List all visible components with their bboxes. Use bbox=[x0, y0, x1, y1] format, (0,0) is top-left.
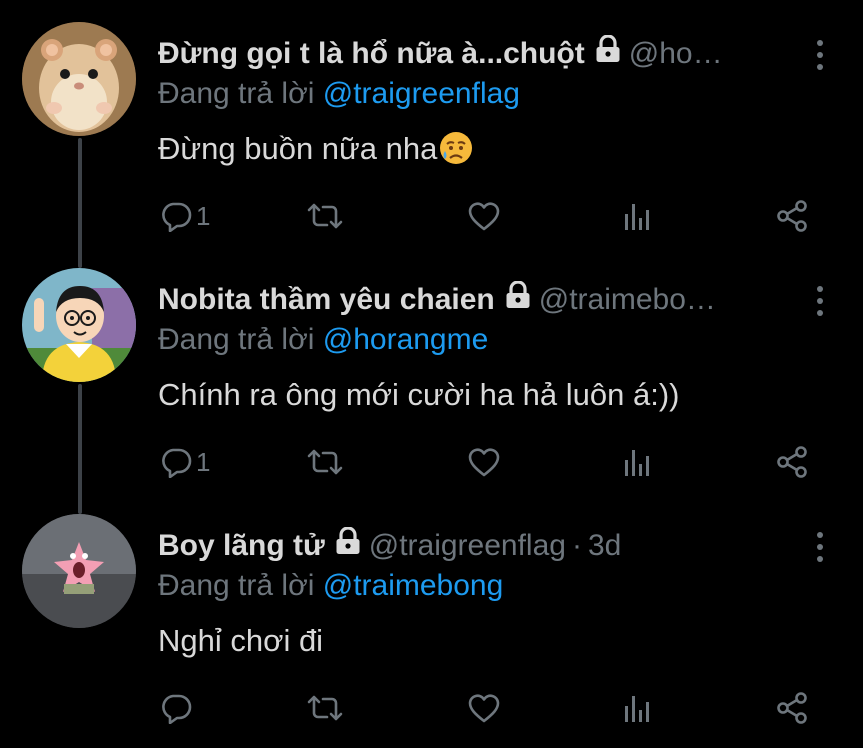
tweet-text-content: Nghỉ chơi đi bbox=[158, 623, 324, 658]
tweet-header: Đừng gọi t là hổ nữa à...chuột @ho… bbox=[158, 34, 801, 74]
replying-to: Đang trả lời @horangme bbox=[158, 320, 488, 360]
reply-button[interactable]: 1 bbox=[160, 442, 210, 482]
tweet[interactable]: Nobita thầm yêu chaien @traimebo… Đang t… bbox=[0, 268, 863, 498]
like-icon bbox=[467, 200, 501, 232]
tweet-header: Boy lãng tử @traigreenflag · 3d bbox=[158, 526, 801, 566]
replying-to-prefix: Đang trả lời bbox=[158, 323, 315, 356]
mention-link[interactable]: @traigreenflag bbox=[323, 77, 520, 110]
share-icon bbox=[775, 691, 809, 725]
analytics-button[interactable] bbox=[622, 688, 652, 728]
analytics-icon bbox=[622, 446, 652, 478]
reply-count: 1 bbox=[196, 200, 211, 231]
retweet-button[interactable] bbox=[305, 688, 345, 728]
retweet-button[interactable] bbox=[305, 442, 345, 482]
reply-icon bbox=[160, 200, 192, 232]
more-icon[interactable] bbox=[815, 40, 825, 70]
lock-icon bbox=[595, 34, 621, 74]
share-button[interactable] bbox=[775, 196, 809, 236]
analytics-icon bbox=[622, 692, 652, 724]
display-name[interactable]: Đừng gọi t là hổ nữa à...chuột bbox=[158, 34, 585, 74]
replying-to-prefix: Đang trả lời bbox=[158, 569, 315, 602]
hamster-avatar[interactable] bbox=[22, 22, 136, 136]
more-icon[interactable] bbox=[815, 286, 825, 316]
reply-button[interactable]: 1 bbox=[160, 196, 210, 236]
sad-relieved-face-icon bbox=[439, 131, 473, 176]
like-icon bbox=[467, 692, 501, 724]
retweet-button[interactable] bbox=[305, 196, 345, 236]
analytics-icon bbox=[622, 200, 652, 232]
tweet-text: Đừng buồn nữa nha bbox=[158, 128, 473, 176]
user-handle[interactable]: @traimebo… bbox=[539, 280, 716, 320]
share-button[interactable] bbox=[775, 442, 809, 482]
reply-icon bbox=[160, 692, 192, 724]
tweet-time[interactable]: 3d bbox=[588, 526, 621, 566]
replying-to-prefix: Đang trả lời bbox=[158, 77, 315, 110]
retweet-icon bbox=[305, 200, 345, 232]
analytics-button[interactable] bbox=[622, 196, 652, 236]
user-handle[interactable]: @ho… bbox=[629, 34, 723, 74]
reply-button[interactable] bbox=[160, 688, 196, 728]
user-handle[interactable]: @traigreenflag bbox=[369, 526, 566, 566]
nobita-avatar[interactable] bbox=[22, 268, 136, 382]
retweet-icon bbox=[305, 446, 345, 478]
tweet-text-content: Đừng buồn nữa nha bbox=[158, 131, 438, 166]
patrick-avatar[interactable] bbox=[22, 514, 136, 628]
mention-link[interactable]: @horangme bbox=[323, 323, 489, 356]
analytics-button[interactable] bbox=[622, 442, 652, 482]
like-button[interactable] bbox=[467, 442, 501, 482]
mention-link[interactable]: @traimebong bbox=[323, 569, 504, 602]
share-icon bbox=[775, 199, 809, 233]
reply-thread: Đừng gọi t là hổ nữa à...chuột @ho… Đang… bbox=[0, 0, 863, 748]
tweet-header: Nobita thầm yêu chaien @traimebo… bbox=[158, 280, 801, 320]
tweet-text-content: Chính ra ông mới cười ha hả luôn á:)) bbox=[158, 377, 680, 412]
tweet[interactable]: Đừng gọi t là hổ nữa à...chuột @ho… Đang… bbox=[0, 22, 863, 252]
tweet-actions bbox=[0, 688, 863, 728]
tweet[interactable]: Boy lãng tử @traigreenflag · 3d Đang trả… bbox=[0, 514, 863, 748]
like-icon bbox=[467, 446, 501, 478]
tweet-actions: 1 bbox=[0, 442, 863, 482]
time-separator: · bbox=[571, 529, 582, 562]
more-icon[interactable] bbox=[815, 532, 825, 562]
tweet-text: Chính ra ông mới cười ha hả luôn á:)) bbox=[158, 374, 680, 416]
display-name[interactable]: Nobita thầm yêu chaien bbox=[158, 280, 495, 320]
replying-to: Đang trả lời @traimebong bbox=[158, 566, 503, 606]
display-name[interactable]: Boy lãng tử bbox=[158, 526, 325, 566]
lock-icon bbox=[505, 280, 531, 320]
replying-to: Đang trả lời @traigreenflag bbox=[158, 74, 520, 114]
tweet-text: Nghỉ chơi đi bbox=[158, 620, 323, 662]
tweet-actions: 1 bbox=[0, 196, 863, 236]
share-button[interactable] bbox=[775, 688, 809, 728]
reply-icon bbox=[160, 446, 192, 478]
lock-icon bbox=[335, 526, 361, 566]
like-button[interactable] bbox=[467, 196, 501, 236]
retweet-icon bbox=[305, 692, 345, 724]
like-button[interactable] bbox=[467, 688, 501, 728]
share-icon bbox=[775, 445, 809, 479]
reply-count: 1 bbox=[196, 446, 211, 477]
